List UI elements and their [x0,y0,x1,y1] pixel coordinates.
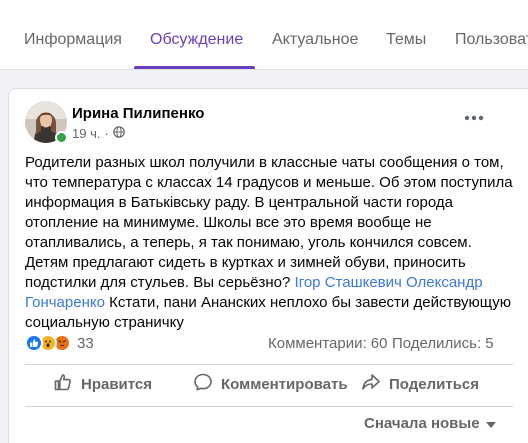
online-status-dot [55,131,68,144]
reactions-summary[interactable]: 33 [25,334,94,352]
globe-icon [113,126,125,141]
thumbs-up-icon [53,372,73,396]
more-dots-icon [464,108,484,126]
tab-information[interactable]: Информация [24,31,122,49]
reaction-count: 33 [77,334,94,352]
post-meta: 19 ч. · [72,126,125,141]
mention-link[interactable]: Ігор Сташкевич [295,274,402,291]
divider [25,364,513,365]
comment-sort-dropdown[interactable]: Сначала новые [364,415,496,432]
post-author-name[interactable]: Ирина Пилипенко [72,105,204,122]
divider [25,406,513,407]
share-button[interactable]: Поделиться [361,370,479,398]
like-reaction-icon [25,334,43,352]
share-button-label: Поделиться [389,375,480,393]
sort-label: Сначала новые [364,415,480,432]
post-text: Родители разных школ получили в классные… [25,153,513,333]
like-button[interactable]: Нравится [53,370,152,398]
post-text-part: Родители разных школ получили в классные… [25,154,513,291]
comments-count-link[interactable]: Комментарии: 60 [268,335,388,352]
tab-featured[interactable]: Актуальное [272,31,358,49]
like-button-label: Нравится [81,375,153,393]
shares-count-link[interactable]: Поделились: 5 [392,335,494,352]
author-avatar[interactable] [25,101,68,144]
tab-discussion[interactable]: Обсуждение [150,31,243,49]
share-arrow-icon [361,372,381,396]
comment-button[interactable]: Комментировать [193,370,348,398]
caret-down-icon [485,415,496,432]
group-tabs-bar: Информация Обсуждение Актуальное Темы По… [0,0,528,70]
tab-topics[interactable]: Темы [386,31,426,49]
meta-separator: · [104,126,109,141]
post-card: Ирина Пилипенко 19 ч. · Родители разных … [8,88,528,443]
comment-button-label: Комментировать [221,375,348,393]
post-timestamp[interactable]: 19 ч. [72,126,100,141]
comment-bubble-icon [193,372,213,396]
post-options-button[interactable] [459,105,489,129]
tab-members[interactable]: Пользовате [455,31,528,49]
active-tab-indicator [134,66,255,69]
